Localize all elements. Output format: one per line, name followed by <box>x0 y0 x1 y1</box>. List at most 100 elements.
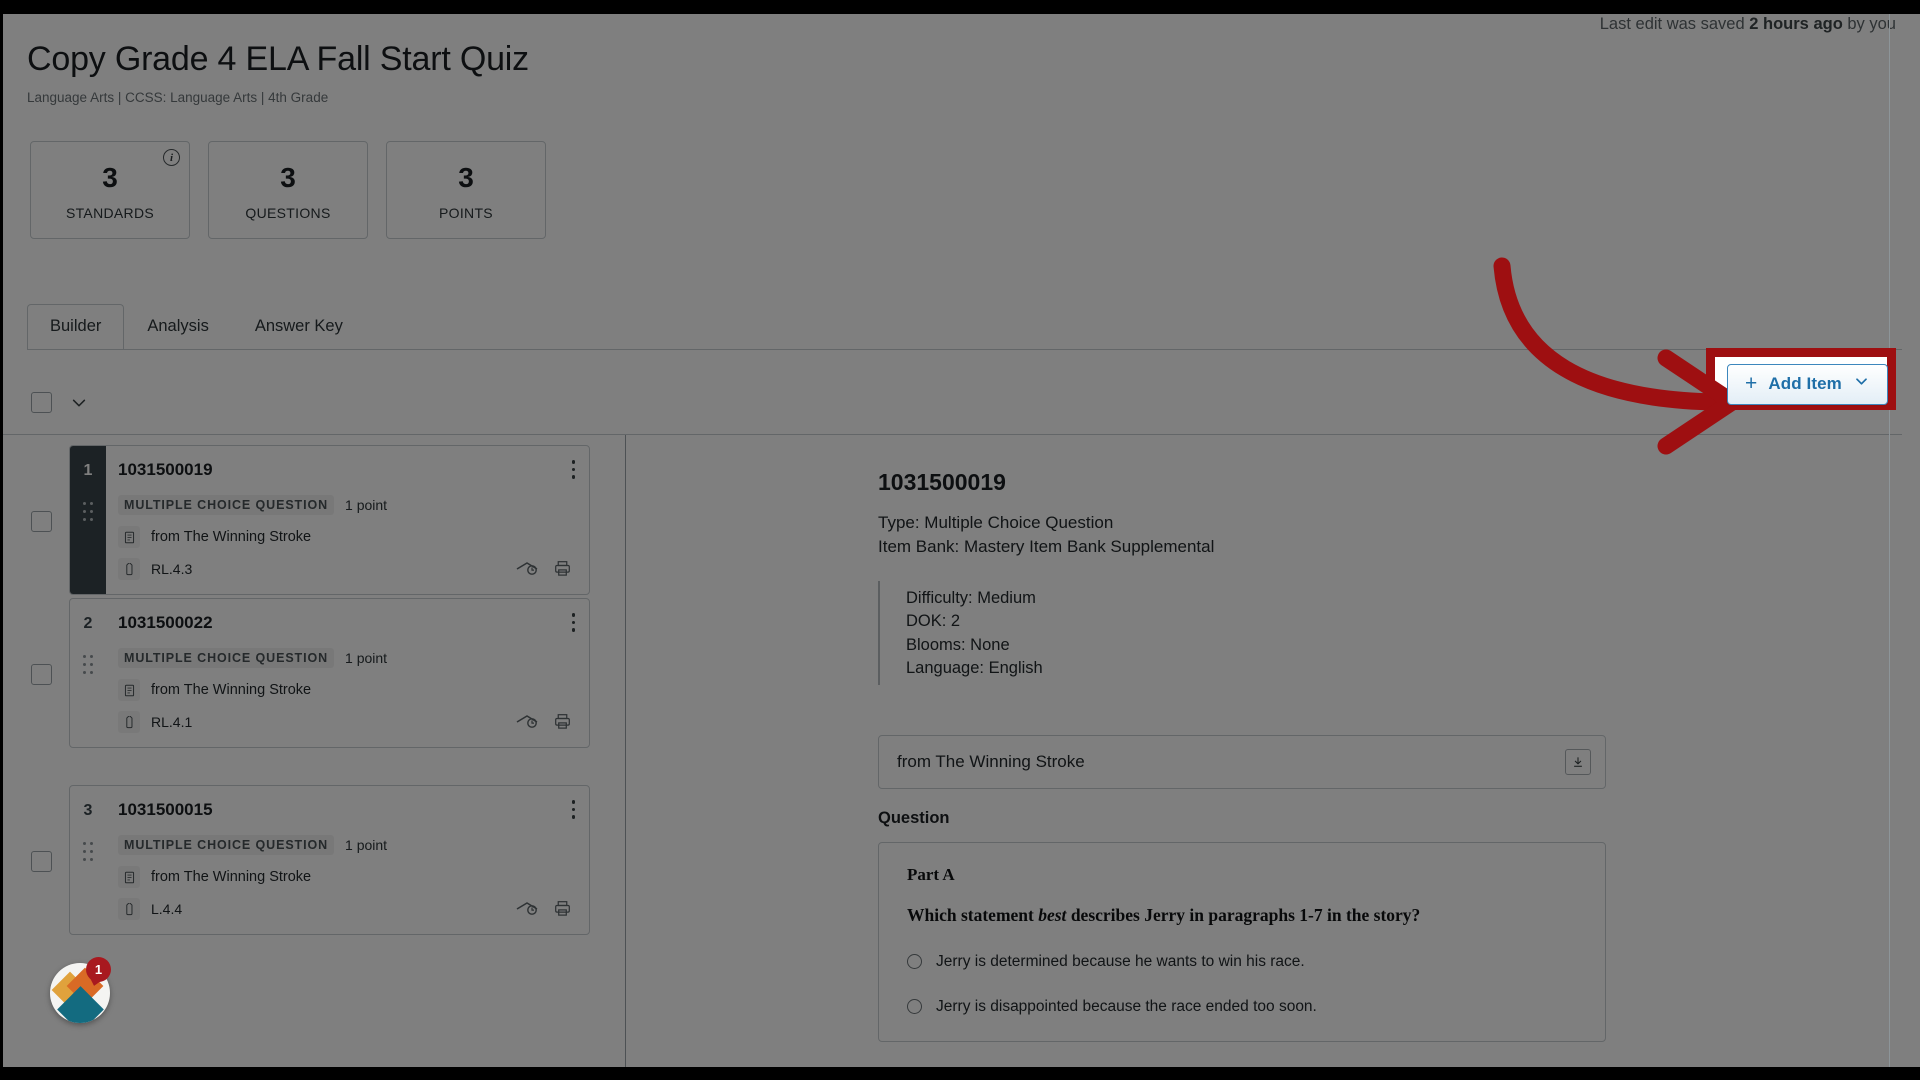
preview-icon[interactable] <box>516 900 538 922</box>
support-widget[interactable]: 1 <box>50 957 122 1029</box>
answer-option[interactable]: Jerry is disappointed because the race e… <box>907 998 1579 1016</box>
card-actions <box>516 900 571 922</box>
item-points: 1 point <box>345 837 388 853</box>
preview-icon[interactable] <box>516 560 538 582</box>
stat-label: QUESTIONS <box>245 204 331 221</box>
question-text-emphasis: best <box>1038 904 1067 925</box>
tab-answer-key[interactable]: Answer Key <box>232 304 366 349</box>
item-type-badge: MULTIPLE CHOICE QUESTION <box>118 648 335 668</box>
item-checkbox[interactable] <box>31 511 52 532</box>
tab-analysis[interactable]: Analysis <box>124 304 231 349</box>
item-id: 1031500019 <box>118 460 213 479</box>
window-bottom-bar <box>0 1067 1920 1080</box>
item-id: 1031500015 <box>118 800 213 819</box>
detail-type: Type: Multiple Choice Question <box>878 513 1114 532</box>
card-body: 1031500022 MULTIPLE CHOICE QUESTION 1 po… <box>106 599 589 747</box>
card-actions <box>516 560 571 582</box>
stimulus-bar[interactable]: from The Winning Stroke <box>878 734 1606 789</box>
collapse-passage-icon[interactable] <box>1565 748 1591 775</box>
detail-attributes: Difficulty: Medium DOK: 2 Blooms: None L… <box>878 581 1498 685</box>
question-card[interactable]: 2 1031500022 MULTIPLE CHOICE QUESTION 1 … <box>69 598 590 748</box>
document-icon <box>118 526 140 548</box>
page-title: Copy Grade 4 ELA Fall Start Quiz <box>27 40 529 78</box>
item-detail-panel: 1031500019 Type: Multiple Choice Questio… <box>626 435 1902 1067</box>
item-checkbox[interactable] <box>31 851 52 872</box>
list-item: 1 1031500019 MULTIPLE CHOICE QUESTION 1 … <box>31 445 590 595</box>
item-type-badge: MULTIPLE CHOICE QUESTION <box>118 495 335 515</box>
card-rail: 3 <box>70 786 106 934</box>
drag-handle-icon[interactable] <box>82 655 94 675</box>
answer-option[interactable]: Jerry is determined because he wants to … <box>907 953 1579 971</box>
document-icon <box>118 866 140 888</box>
page-scrollbar[interactable] <box>1889 14 1890 1067</box>
stimulus-title: from The Winning Stroke <box>897 751 1085 771</box>
more-options-icon[interactable] <box>571 613 575 636</box>
info-icon[interactable]: i <box>163 149 180 166</box>
card-passage: from The Winning Stroke <box>118 526 573 548</box>
last-saved-status: Last edit was saved 2 hours ago by you <box>1600 15 1896 34</box>
stat-card-points[interactable]: 3 POINTS <box>386 141 546 239</box>
more-options-icon[interactable] <box>571 800 575 823</box>
card-passage: from The Winning Stroke <box>118 679 573 701</box>
chevron-down-icon[interactable] <box>69 394 89 412</box>
add-item-button[interactable]: + Add Item <box>1727 364 1888 405</box>
list-item: 2 1031500022 MULTIPLE CHOICE QUESTION 1 … <box>31 598 590 748</box>
card-standard: RL.4.1 <box>118 711 573 733</box>
drag-handle-icon[interactable] <box>82 502 94 522</box>
tag-icon <box>118 711 140 733</box>
passage-title: from The Winning Stroke <box>151 529 312 545</box>
question-card[interactable]: 1 1031500019 MULTIPLE CHOICE QUESTION 1 … <box>69 445 590 595</box>
card-standard: RL.4.3 <box>118 558 573 580</box>
tab-builder[interactable]: Builder <box>27 304 125 349</box>
detail-item-bank: Item Bank: Mastery Item Bank Supplementa… <box>878 537 1215 556</box>
item-number: 2 <box>83 615 93 632</box>
print-icon[interactable] <box>554 713 571 735</box>
notification-badge[interactable]: 1 <box>86 957 111 982</box>
standard-code: L.4.4 <box>151 901 183 917</box>
standard-code: RL.4.1 <box>151 714 193 730</box>
question-section-label: Question <box>878 808 950 827</box>
add-item-container: + Add Item <box>1727 364 1888 405</box>
standard-code: RL.4.3 <box>151 561 193 577</box>
radio-icon[interactable] <box>907 999 922 1015</box>
item-points: 1 point <box>345 650 388 666</box>
card-meta: MULTIPLE CHOICE QUESTION 1 point <box>118 648 573 668</box>
stat-label: POINTS <box>439 204 493 221</box>
list-item: 3 1031500015 MULTIPLE CHOICE QUESTION 1 … <box>31 785 590 935</box>
item-points: 1 point <box>345 497 388 513</box>
preview-icon[interactable] <box>516 713 538 735</box>
card-standard: L.4.4 <box>118 898 573 920</box>
last-saved-prefix: Last edit was saved <box>1599 15 1745 33</box>
question-text: Which statement best describes Jerry in … <box>907 905 1579 926</box>
last-saved-time: 2 hours ago <box>1749 15 1843 33</box>
stat-label: STANDARDS <box>65 204 154 221</box>
item-checkbox[interactable] <box>31 664 52 685</box>
quiz-builder-page: Last edit was saved 2 hours ago by you C… <box>3 14 1920 1067</box>
stat-card-questions[interactable]: 3 QUESTIONS <box>208 141 368 239</box>
browser-window: Last edit was saved 2 hours ago by you C… <box>0 0 1920 1080</box>
stat-card-standards[interactable]: i 3 STANDARDS <box>30 141 190 239</box>
question-text-pre: Which statement <box>907 904 1039 925</box>
card-rail: 1 <box>70 446 106 594</box>
card-meta: MULTIPLE CHOICE QUESTION 1 point <box>118 835 573 855</box>
print-icon[interactable] <box>554 560 571 582</box>
builder-tabs: Builder Analysis Answer Key <box>27 304 366 349</box>
callout-arrow-icon <box>1493 257 1741 455</box>
document-icon <box>118 679 140 701</box>
select-all-checkbox[interactable] <box>31 392 52 413</box>
stat-value: 3 <box>102 161 118 193</box>
chevron-down-icon <box>1853 374 1870 394</box>
question-preview: Part A Which statement best describes Je… <box>878 841 1606 1042</box>
drag-handle-icon[interactable] <box>82 842 94 862</box>
passage-title: from The Winning Stroke <box>151 869 312 885</box>
item-number: 3 <box>83 802 93 819</box>
print-icon[interactable] <box>554 900 571 922</box>
question-card[interactable]: 3 1031500015 MULTIPLE CHOICE QUESTION 1 … <box>69 785 590 935</box>
card-rail: 2 <box>70 599 106 747</box>
radio-icon[interactable] <box>907 954 922 970</box>
stat-value: 3 <box>458 161 474 193</box>
item-type-badge: MULTIPLE CHOICE QUESTION <box>118 835 335 855</box>
detail-item-id: 1031500019 <box>878 469 1006 495</box>
more-options-icon[interactable] <box>571 460 575 483</box>
detail-dok: DOK: 2 <box>906 612 961 631</box>
